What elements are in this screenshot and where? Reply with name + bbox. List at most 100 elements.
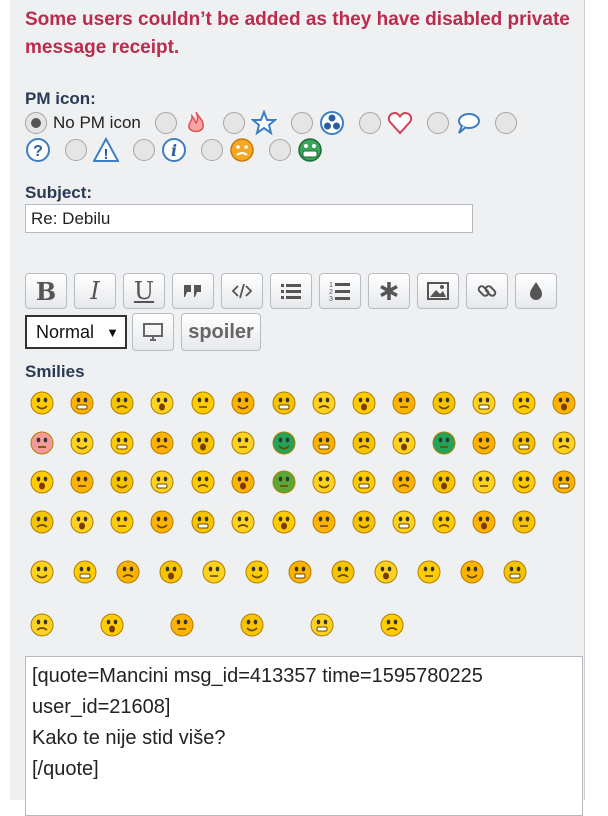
pm-icon-radio-sad[interactable]	[201, 139, 223, 161]
message-textarea[interactable]: [quote=Mancini msg_id=413357 time=159578…	[25, 656, 583, 816]
smiley-icon[interactable]	[271, 430, 297, 456]
smiley-icon[interactable]	[551, 390, 577, 416]
pm-icon-radio-heart[interactable]	[358, 112, 381, 134]
smiley-icon[interactable]	[109, 469, 135, 495]
smiley-icon[interactable]	[230, 390, 256, 416]
smiley-icon[interactable]	[351, 509, 377, 535]
smiley-icon[interactable]	[311, 390, 337, 416]
smiley-icon[interactable]	[311, 509, 337, 535]
smiley-icon[interactable]	[431, 509, 457, 535]
smiley-icon[interactable]	[149, 469, 175, 495]
smiley-icon[interactable]	[459, 559, 485, 585]
bold-button[interactable]: B	[25, 273, 67, 309]
pm-icon-radio-grin[interactable]	[269, 139, 291, 161]
smiley-icon[interactable]	[29, 509, 55, 535]
smiley-icon[interactable]	[69, 430, 95, 456]
smiley-icon[interactable]	[351, 469, 377, 495]
smiley-icon[interactable]	[190, 430, 216, 456]
smiley-icon[interactable]	[230, 430, 256, 456]
smiley-icon[interactable]	[431, 390, 457, 416]
smiley-icon[interactable]	[29, 390, 55, 416]
smiley-icon[interactable]	[311, 469, 337, 495]
smiley-icon[interactable]	[29, 430, 55, 456]
smiley-icon[interactable]	[29, 559, 55, 585]
smiley-icon[interactable]	[169, 612, 195, 638]
pm-icon-radio-radioactive[interactable]	[290, 112, 313, 134]
smiley-icon[interactable]	[471, 430, 497, 456]
smiley-icon[interactable]	[287, 559, 313, 585]
smiley-icon[interactable]	[471, 509, 497, 535]
smiley-icon[interactable]	[431, 469, 457, 495]
pm-icon-radio-speech[interactable]	[426, 112, 449, 134]
smiley-icon[interactable]	[330, 559, 356, 585]
smiley-icon[interactable]	[351, 430, 377, 456]
smiley-icon[interactable]	[29, 612, 55, 638]
smiley-icon[interactable]	[471, 469, 497, 495]
smiley-icon[interactable]	[311, 430, 337, 456]
smiley-icon[interactable]	[511, 430, 537, 456]
underline-button[interactable]: U	[123, 273, 165, 309]
smiley-icon[interactable]	[201, 559, 227, 585]
pm-icon-radio-warning[interactable]	[65, 139, 87, 161]
smiley-icon[interactable]	[109, 430, 135, 456]
quote-button[interactable]	[172, 273, 214, 309]
smiley-icon[interactable]	[511, 509, 537, 535]
smiley-icon[interactable]	[158, 559, 184, 585]
smiley-icon[interactable]	[271, 509, 297, 535]
image-button[interactable]	[417, 273, 459, 309]
smiley-icon[interactable]	[69, 390, 95, 416]
smiley-icon[interactable]	[271, 469, 297, 495]
smiley-icon[interactable]	[471, 390, 497, 416]
smiley-icon[interactable]	[416, 559, 442, 585]
pm-icon-radio-fire[interactable]	[154, 112, 177, 134]
smiley-icon[interactable]	[69, 469, 95, 495]
smiley-icon[interactable]	[271, 390, 297, 416]
smiley-icon[interactable]	[551, 469, 577, 495]
smiley-icon[interactable]	[391, 430, 417, 456]
smiley-icon[interactable]	[72, 559, 98, 585]
smiley-icon[interactable]	[190, 509, 216, 535]
font-size-select[interactable]: Normal ▼	[25, 315, 127, 349]
smiley-icon[interactable]	[109, 509, 135, 535]
subject-input[interactable]	[25, 204, 473, 233]
link-button[interactable]	[466, 273, 508, 309]
smiley-icon[interactable]	[391, 469, 417, 495]
list-button[interactable]	[270, 273, 312, 309]
spoiler-button[interactable]: spoiler	[181, 313, 261, 351]
smiley-icon[interactable]	[373, 559, 399, 585]
smiley-icon[interactable]	[511, 390, 537, 416]
list-item-button[interactable]	[368, 273, 410, 309]
smiley-icon[interactable]	[29, 469, 55, 495]
smiley-icon[interactable]	[99, 612, 125, 638]
smiley-icon[interactable]	[511, 469, 537, 495]
smiley-icon[interactable]	[391, 390, 417, 416]
smiley-icon[interactable]	[230, 509, 256, 535]
smiley-icon[interactable]	[309, 612, 335, 638]
smiley-icon[interactable]	[431, 430, 457, 456]
smiley-icon[interactable]	[502, 559, 528, 585]
pm-icon-radio-question[interactable]	[494, 112, 517, 134]
smiley-icon[interactable]	[239, 612, 265, 638]
smiley-icon[interactable]	[551, 430, 577, 456]
italic-button[interactable]: I	[74, 273, 116, 309]
pm-icon-radio-info[interactable]	[133, 139, 155, 161]
pm-icon-radio-none[interactable]	[25, 112, 47, 134]
numbered-list-button[interactable]: 123	[319, 273, 361, 309]
smiley-icon[interactable]	[244, 559, 270, 585]
smiley-icon[interactable]	[391, 509, 417, 535]
smiley-icon[interactable]	[379, 612, 405, 638]
smiley-icon[interactable]	[109, 390, 135, 416]
color-button[interactable]	[515, 273, 557, 309]
pm-icon-radio-star[interactable]	[222, 112, 245, 134]
code-button[interactable]	[221, 273, 263, 309]
smiley-icon[interactable]	[351, 390, 377, 416]
smiley-icon[interactable]	[115, 559, 141, 585]
smiley-icon[interactable]	[149, 430, 175, 456]
smiley-icon[interactable]	[149, 390, 175, 416]
smiley-icon[interactable]	[230, 469, 256, 495]
smiley-icon[interactable]	[190, 469, 216, 495]
screen-button[interactable]	[132, 313, 174, 351]
smiley-icon[interactable]	[149, 509, 175, 535]
smiley-icon[interactable]	[69, 509, 95, 535]
smiley-icon[interactable]	[190, 390, 216, 416]
